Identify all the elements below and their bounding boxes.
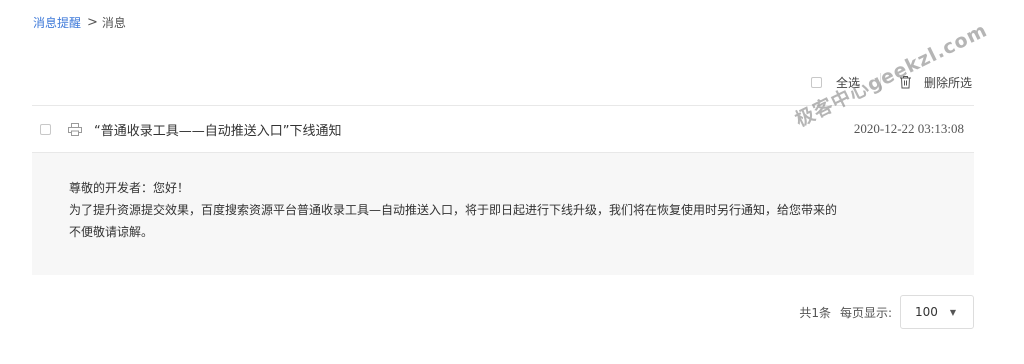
message-timestamp: 2020-12-22 03:13:08 (853, 121, 964, 136)
printer-icon (68, 122, 82, 136)
breadcrumb-parent-link[interactable]: 消息提醒 (33, 14, 81, 32)
pagination: 共1条 每页显示: 100 ▼ (799, 295, 974, 329)
message-line-1: 为了提升资源提交效果，百度搜索资源平台普通收录工具—自动推送入口，将于即日起进行… (69, 203, 838, 217)
per-page-label: 每页显示: (839, 305, 892, 320)
toolbar-divider (879, 73, 881, 91)
caret-down-icon: ▼ (949, 307, 957, 317)
select-all-checkbox[interactable] (810, 76, 822, 88)
message-greeting: 尊敬的开发者：您好！ (69, 181, 190, 195)
trash-icon (899, 76, 911, 89)
delete-selected-label: 删除所选 (923, 75, 972, 90)
message-row[interactable]: “普通收录工具——自动推送入口”下线通知 2020-12-22 03:13:08 (32, 105, 974, 153)
message-checkbox[interactable] (40, 123, 51, 135)
message-title[interactable]: “普通收录工具——自动推送入口”下线通知 (94, 120, 854, 139)
total-count: 共1条 (799, 305, 831, 320)
breadcrumb-separator: > (87, 15, 98, 30)
select-all-control[interactable]: 全选 (810, 74, 860, 91)
select-all-label: 全选 (835, 75, 860, 90)
page-size-value: 100 (915, 305, 938, 319)
page-size-select[interactable]: 100 ▼ (900, 295, 974, 329)
message-toolbar: 全选 删除所选 (810, 73, 972, 91)
breadcrumb: 消息提醒 > 消息 (33, 14, 126, 32)
message-line-2: 不便敬请谅解。 (69, 225, 154, 239)
delete-selected-button[interactable]: 删除所选 (899, 74, 972, 91)
breadcrumb-current: 消息 (101, 16, 126, 30)
message-content: 尊敬的开发者：您好！ 为了提升资源提交效果，百度搜索资源平台普通收录工具—自动推… (32, 153, 974, 275)
